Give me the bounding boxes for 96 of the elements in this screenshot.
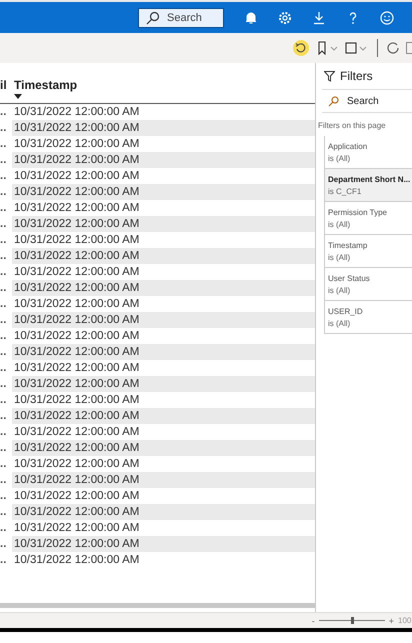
- zoom-in-button[interactable]: +: [388, 616, 394, 626]
- pane-title: Filters: [340, 69, 373, 83]
- table-cell-text: ..: [0, 281, 8, 296]
- table-cell-text: ..: [0, 361, 8, 376]
- table-cell-text: 10/31/2022 12:00:00 AM: [13, 457, 140, 472]
- table-cell-text: ..: [0, 537, 8, 552]
- table-cell: 10/31/2022 12:00:00 AM: [12, 184, 315, 200]
- table-cell-text: ..: [0, 377, 8, 392]
- horizontal-scrollbar[interactable]: [0, 603, 315, 608]
- table-cell-text: 10/31/2022 12:00:00 AM: [13, 329, 140, 344]
- table-cell: 10/31/2022 12:00:00 AM: [12, 472, 315, 488]
- table-cell: 10/31/2022 12:00:00 AM: [12, 120, 315, 136]
- table-cell-text: ..: [0, 489, 8, 504]
- filter-name: Application: [328, 142, 368, 150]
- bell-icon[interactable]: [244, 10, 258, 24]
- table-cell-text: 10/31/2022 12:00:00 AM: [13, 233, 140, 248]
- table-cell-text: ..: [0, 505, 8, 520]
- table-cell: 10/31/2022 12:00:00 AM: [12, 280, 315, 296]
- filter-value: is (All): [328, 220, 352, 228]
- table-cell-text: ..: [0, 553, 8, 568]
- refresh-icon[interactable]: [386, 41, 400, 55]
- table-cell-text: ..: [0, 441, 8, 456]
- table-cell-text: 10/31/2022 12:00:00 AM: [13, 425, 140, 440]
- table-cell: 10/31/2022 12:00:00 AM: [12, 504, 315, 520]
- table-cell-text: ..: [0, 393, 8, 408]
- table-cell-text: 10/31/2022 12:00:00 AM: [13, 489, 140, 504]
- column-header[interactable]: Timestamp: [14, 78, 78, 92]
- filter-search-field[interactable]: Search: [322, 89, 412, 113]
- table-cell-text: ..: [0, 297, 8, 312]
- table-cell-text: ..: [0, 201, 8, 216]
- smiley-icon[interactable]: [380, 10, 394, 24]
- table-cell-text: ..: [0, 249, 8, 264]
- table-cell-text: ..: [0, 233, 8, 248]
- table-cell: 10/31/2022 12:00:00 AM: [12, 216, 315, 232]
- zoom-level: 100: [398, 616, 412, 625]
- filter-card[interactable]: User Status is (All): [324, 268, 412, 301]
- table-cell-text: 10/31/2022 12:00:00 AM: [13, 393, 140, 408]
- table-cell: 10/31/2022 12:00:00 AM: [12, 344, 315, 360]
- table-cell-text: 10/31/2022 12:00:00 AM: [13, 521, 140, 536]
- download-icon[interactable]: [312, 10, 326, 24]
- table-cell-text: ..: [0, 329, 8, 344]
- filter-value: is (All): [328, 154, 352, 162]
- slider-thumb[interactable]: [350, 617, 354, 624]
- table-cell-text: 10/31/2022 12:00:00 AM: [13, 297, 140, 312]
- table-cell-text: ..: [0, 425, 8, 440]
- table-cell-text: 10/31/2022 12:00:00 AM: [13, 361, 140, 376]
- table-cell-text: 10/31/2022 12:00:00 AM: [13, 169, 140, 184]
- filter-name: Permission Type: [328, 208, 388, 216]
- filter-card[interactable]: Department Short N... is C_CF1: [324, 169, 412, 202]
- table-cell-text: 10/31/2022 12:00:00 AM: [13, 137, 140, 152]
- table-cell: 10/31/2022 12:00:00 AM: [12, 440, 315, 456]
- filter-card[interactable]: USER_ID is (All): [324, 301, 412, 334]
- reset-button[interactable]: [293, 40, 309, 56]
- table-cell-text: 10/31/2022 12:00:00 AM: [13, 201, 140, 216]
- filter-card[interactable]: Timestamp is (All): [324, 235, 412, 268]
- table-cell-text: ..: [0, 313, 8, 328]
- table-cell: 10/31/2022 12:00:00 AM: [12, 248, 315, 264]
- table-cell-text: ..: [0, 121, 8, 136]
- table-cell-text: ..: [0, 345, 8, 360]
- filter-name: Department Short N...: [328, 174, 412, 184]
- filter-name: USER_ID: [328, 306, 364, 316]
- table-cell: 10/31/2022 12:00:00 AM: [12, 376, 315, 392]
- filter-name: Timestamp: [328, 240, 368, 250]
- table-cell-text: ..: [0, 521, 8, 536]
- filter-value: is (All): [328, 252, 352, 262]
- table-cell: 10/31/2022 12:00:00 AM: [12, 152, 315, 168]
- table-cell: 10/31/2022 12:00:00 AM: [12, 536, 315, 552]
- settings-icon[interactable]: [278, 10, 292, 24]
- table-cell-text: ..: [0, 169, 8, 184]
- filter-value: is C_CF1: [328, 186, 362, 196]
- table-cell-text: ..: [0, 185, 8, 200]
- zoom-out-button[interactable]: -: [312, 616, 315, 626]
- search-field[interactable]: Search: [138, 8, 224, 28]
- table-cell-text: 10/31/2022 12:00:00 AM: [13, 553, 140, 568]
- table-cell-text: 10/31/2022 12:00:00 AM: [13, 105, 140, 120]
- table-cell-text: ..: [0, 409, 8, 424]
- table-cell: 10/31/2022 12:00:00 AM: [12, 312, 315, 328]
- table-cell-text: ..: [0, 457, 8, 472]
- table-cell-text: ..: [0, 137, 8, 152]
- table-cell-text: ..: [0, 473, 8, 488]
- filter-card[interactable]: Permission Type is (All): [324, 202, 412, 235]
- table-cell: 10/31/2022 12:00:00 AM: [12, 408, 315, 424]
- section-label: Filters on this page: [318, 121, 387, 130]
- filter-icon: [324, 70, 335, 82]
- table-cell-text: ..: [0, 265, 8, 280]
- toolbar-icon[interactable]: [406, 42, 412, 54]
- table-cell-text: ..: [0, 217, 8, 232]
- table-cell-text: ..: [0, 105, 8, 120]
- column-header[interactable]: il: [0, 78, 14, 92]
- table-cell-text: 10/31/2022 12:00:00 AM: [13, 265, 140, 280]
- filter-value: is (All): [328, 286, 352, 294]
- filter-name: User Status: [328, 274, 371, 282]
- bookmark-icon[interactable]: [317, 41, 339, 55]
- table-cell-text: ..: [0, 153, 8, 168]
- filter-value: is (All): [328, 318, 352, 328]
- view-icon[interactable]: [345, 41, 369, 55]
